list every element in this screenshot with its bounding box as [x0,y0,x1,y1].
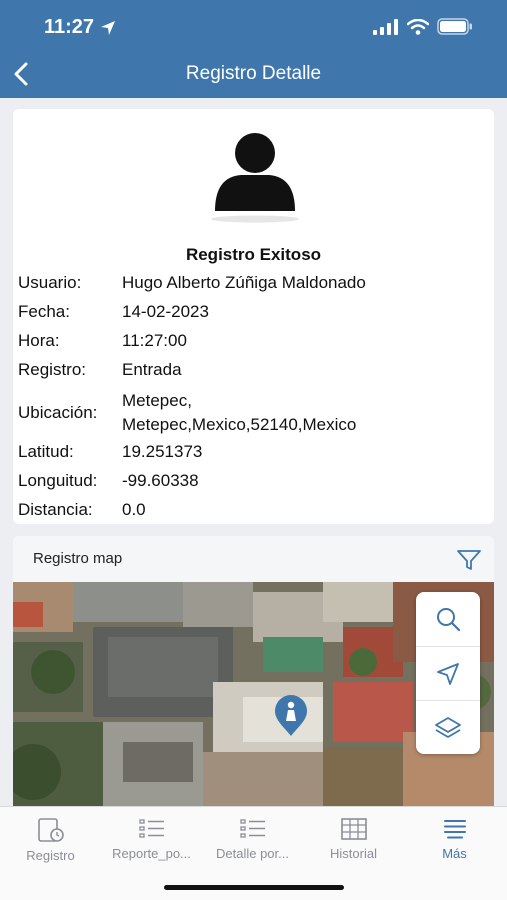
field-value: 19.251373 [122,442,203,461]
menu-icon [443,820,466,839]
field-fecha: Fecha: 14-02-2023 [18,302,209,322]
field-label: Registro: [18,360,87,379]
field-registro: Registro: Entrada [18,360,182,380]
location-pin-icon[interactable] [273,694,309,738]
app-header: 11:27 Registro Detalle [0,0,507,98]
field-label: Fecha: [18,302,70,321]
battery-icon [437,18,472,35]
field-label: Usuario: [18,273,82,292]
satellite-map[interactable] [13,582,494,806]
table-icon [340,818,367,840]
field-label: Hora: [18,331,60,350]
registro-map-card: Registro map [13,536,494,806]
tab-label: Registro [26,848,75,863]
field-label: Longuitud: [18,471,98,490]
search-icon [437,608,461,632]
map-search-button[interactable] [416,592,480,646]
home-indicator [164,885,344,890]
field-value: Entrada [122,360,182,379]
status-time: 11:27 [44,16,116,39]
page-title: Registro Detalle [185,63,322,84]
tab-reporte[interactable]: Reporte_po... [101,807,202,877]
tab-label: Detalle por... [216,846,289,861]
field-value: 11:27:00 [122,331,187,350]
field-usuario: Usuario: Hugo Alberto Zúñiga Maldonado [18,273,366,293]
map-header: Registro map [13,536,494,582]
map-title: Registro map [33,550,123,567]
location-arrow-icon [101,20,116,35]
field-label: Ubicación: [18,403,98,422]
field-value-line: Metepec, [122,391,192,410]
field-ubicacion: Ubicación: Metepec, Metepec,Mexico,52140… [18,389,356,437]
navigation-arrow-icon [437,662,459,685]
map-controls [416,592,480,754]
tab-label: Historial [330,846,377,861]
layers-icon [435,716,461,738]
filter-icon [457,550,481,570]
card-title: Registro Exitoso [185,245,322,264]
tab-detalle[interactable]: Detalle por... [202,807,303,877]
user-avatar-icon [211,133,299,223]
field-value: Hugo Alberto Zúñiga Maldonado [122,273,366,292]
tab-registro[interactable]: Registro [0,807,101,877]
tab-label: Reporte_po... [112,846,191,861]
field-longuitud: Longuitud: -99.60338 [18,471,199,491]
field-label: Latitud: [18,442,74,461]
clock-document-icon [37,818,64,842]
field-value: 14-02-2023 [122,302,209,321]
cellular-signal-icon [373,18,398,35]
tab-historial[interactable]: Historial [303,807,404,877]
status-time-text: 11:27 [44,16,95,38]
field-value-line: Metepec,Mexico,52140,Mexico [122,415,357,434]
filter-button[interactable] [456,548,482,572]
tab-mas[interactable]: Más [404,807,505,877]
status-indicators [373,18,473,35]
list-icon [138,819,164,838]
field-value: 0.0 [122,500,146,519]
wifi-icon [407,18,429,35]
field-value: Metepec, Metepec,Mexico,52140,Mexico [122,389,356,437]
map-layers-button[interactable] [416,700,480,754]
field-label: Distancia: [18,500,93,519]
list-icon [239,819,265,838]
map-locate-button[interactable] [416,646,480,700]
registro-detail-card: Registro Exitoso Usuario: Hugo Alberto Z… [13,109,494,524]
field-latitud: Latitud: 19.251373 [18,442,202,462]
field-value: -99.60338 [122,471,199,490]
field-distancia: Distancia: 0.0 [18,500,146,520]
tab-label: Más [442,846,467,861]
field-hora: Hora: 11:27:00 [18,331,187,351]
